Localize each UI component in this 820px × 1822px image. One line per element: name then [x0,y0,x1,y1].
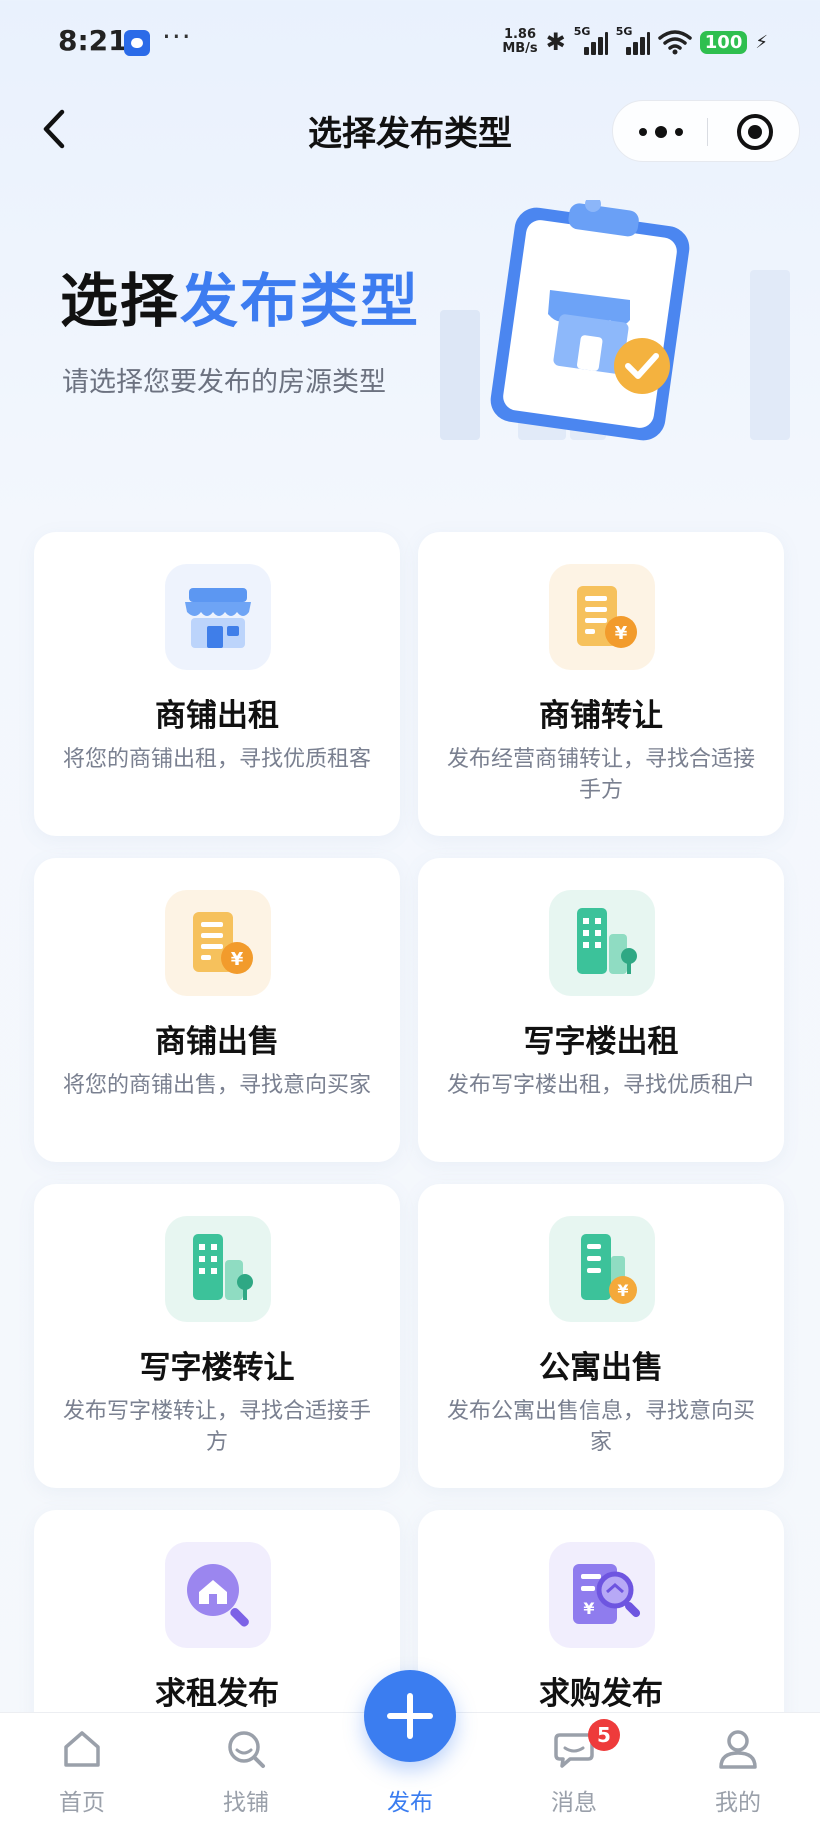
card-shop-transfer[interactable]: ¥ 商铺转让 发布经营商铺转让，寻找合适接手方 [418,532,784,836]
house-search-icon [165,1542,271,1648]
card-title: 商铺转让 [539,698,663,734]
signal-icon: 5G [616,25,650,55]
charging-icon: ⚡ [755,31,768,53]
card-description: 发布经营商铺转让，寻找合适接手方 [446,747,755,803]
office-building-icon [165,1216,271,1322]
tab-label: 发布 [387,1790,433,1816]
shop-icon [165,564,271,670]
card-description: 将您的商铺出租，寻找优质租客 [62,747,371,772]
publish-fab-button[interactable] [364,1670,456,1762]
close-miniprogram-button[interactable] [737,114,773,150]
signal-type: 5G [573,25,591,38]
battery-indicator: 100 [699,30,748,54]
card-shop-rent[interactable]: 商铺出租 将您的商铺出租，寻找优质租客 [34,532,400,836]
card-description: 发布写字楼出租，寻找优质租户 [446,1073,755,1098]
capsule-divider [707,118,708,146]
document-search-icon: ¥ [549,1542,655,1648]
svg-text:¥: ¥ [617,1281,628,1300]
signal-type: 5G [615,25,633,38]
more-button[interactable] [635,113,695,151]
signal-icon: 5G [574,25,608,55]
card-title: 求租发布 [155,1676,279,1712]
card-office-transfer[interactable]: 写字楼转让 发布写字楼转让，寻找合适接手方 [34,1184,400,1488]
net-speed: 1.86 MB/s [502,28,537,56]
hero-title-accent: 发布类型 [180,267,421,335]
app-notification-icon [124,30,150,56]
clipboard-illustration [440,200,790,441]
svg-text:¥: ¥ [231,949,244,970]
miniprogram-capsule [612,100,800,162]
back-button[interactable] [40,106,76,156]
building-yuan-icon: ¥ [165,890,271,996]
card-apartment-sale[interactable]: ¥ 公寓出售 发布公寓出售信息，寻找意向买家 [418,1184,784,1488]
office-building-icon [549,890,655,996]
hero-subtitle: 请选择您要发布的房源类型 [62,367,386,398]
net-speed-value: 1.86 [503,27,537,42]
card-title: 写字楼转让 [139,1350,295,1386]
status-bar: 8:21 ··· 1.86 MB/s ✱ 5G 5G 100 ⚡ [0,0,820,90]
card-description: 发布公寓出售信息，寻找意向买家 [446,1399,755,1455]
tab-profile[interactable]: 我的 [656,1713,820,1822]
building-yuan-icon: ¥ [549,564,655,670]
card-title: 商铺出售 [155,1024,279,1060]
user-icon [719,1730,757,1769]
card-description: 发布写字楼转让，寻找合适接手方 [62,1399,371,1455]
status-time: 8:21 [58,24,128,57]
wifi-icon [658,30,692,55]
card-description: 将您的商铺出售，寻找意向买家 [62,1073,371,1098]
card-title: 写字楼出租 [523,1024,679,1060]
more-notifications-icon: ··· [162,20,192,53]
hero-title-plain: 选择 [60,267,181,335]
search-icon [228,1731,265,1768]
card-office-rent[interactable]: 写字楼出租 发布写字楼出租，寻找优质租户 [418,858,784,1162]
status-indicators: 1.86 MB/s ✱ 5G 5G 100 ⚡ [502,25,768,58]
svg-text:¥: ¥ [583,1599,594,1618]
svg-text:¥: ¥ [615,623,628,644]
bluetooth-icon: ✱ [545,28,566,56]
chevron-left-icon [43,109,65,149]
unread-badge: 5 [588,1719,620,1751]
tab-label: 消息 [551,1790,597,1816]
home-icon [64,1731,100,1767]
tab-label: 找铺 [223,1790,269,1816]
tab-label: 首页 [59,1790,105,1816]
card-title: 求购发布 [539,1676,663,1712]
tab-label: 我的 [715,1790,761,1816]
hero-title: 选择发布类型 [60,254,420,338]
tab-home[interactable]: 首页 [0,1713,164,1822]
card-shop-sale[interactable]: ¥ 商铺出售 将您的商铺出售，寻找意向买家 [34,858,400,1162]
card-title: 商铺出租 [155,698,279,734]
apartment-yuan-icon: ¥ [549,1216,655,1322]
page-title: 选择发布类型 [308,114,512,154]
card-title: 公寓出售 [539,1350,663,1386]
tab-find-shop[interactable]: 找铺 [164,1713,328,1822]
tab-messages[interactable]: 5 消息 [492,1713,656,1822]
net-speed-unit: MB/s [502,41,538,56]
